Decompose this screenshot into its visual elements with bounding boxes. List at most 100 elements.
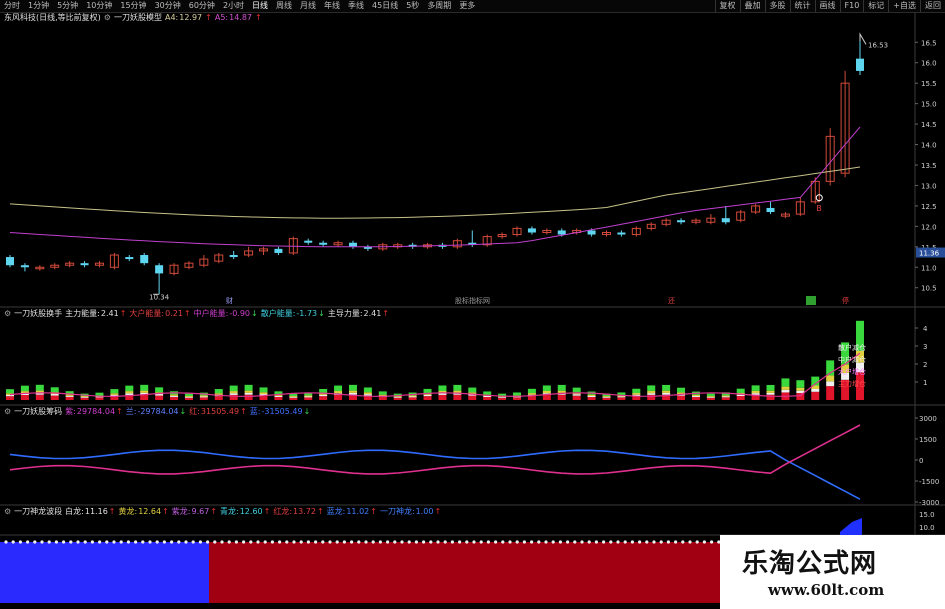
energy-bar	[393, 397, 402, 400]
band-dot	[98, 540, 102, 544]
energy-bar	[6, 389, 14, 394]
energy-bar	[348, 392, 357, 395]
energy-bar	[244, 384, 253, 391]
energy-bar	[766, 384, 775, 391]
band-dot	[443, 540, 447, 544]
energy-bar	[170, 394, 179, 396]
energy-bar	[587, 396, 596, 398]
chart-surface[interactable]: 16.5 16.0 15.5 15.0 14.5 14.0 13.5 13.0 12.5 12.0…	[0, 0, 945, 609]
energy-bar	[736, 396, 745, 400]
chip-axis-label: 3000	[919, 415, 937, 423]
band-dot	[184, 540, 188, 544]
candle	[617, 232, 626, 235]
band-dot	[76, 540, 80, 544]
band-dot	[602, 540, 606, 544]
energy-legend: 大户增仓	[838, 367, 866, 376]
band-dot	[681, 540, 685, 544]
band-dot	[83, 540, 87, 544]
energy-bar	[572, 395, 581, 400]
energy-bar	[65, 396, 74, 400]
energy-bar	[826, 375, 835, 382]
energy-bar	[557, 394, 566, 400]
energy-bar	[542, 385, 551, 391]
candle	[319, 242, 328, 245]
energy-bar	[170, 396, 179, 400]
band-dot	[479, 540, 483, 544]
candle	[856, 58, 864, 71]
energy-bar	[542, 394, 551, 400]
energy-bar	[483, 397, 492, 400]
price-axis-label: 14.5	[921, 121, 937, 129]
band-dot	[11, 540, 15, 544]
band-dot	[688, 540, 692, 544]
energy-bar	[691, 397, 700, 400]
band-dot	[256, 540, 260, 544]
energy-bar	[453, 394, 462, 400]
chip-axis-label: 1500	[919, 436, 937, 444]
energy-bar	[95, 392, 104, 396]
energy-bar	[617, 397, 626, 400]
energy-bar	[602, 397, 611, 398]
energy-bar	[527, 388, 536, 394]
chip-blue-line	[9, 449, 861, 500]
band-dot	[458, 540, 462, 544]
signal-label: B	[816, 204, 822, 213]
candle	[80, 263, 89, 266]
band-dot	[630, 540, 635, 544]
energy-bar	[304, 395, 313, 397]
energy-bar	[662, 390, 671, 393]
band-dot	[494, 540, 498, 544]
band-dot	[191, 540, 195, 544]
energy-bar	[468, 395, 477, 400]
low-label: 10.34	[149, 293, 170, 301]
energy-bar	[6, 396, 14, 400]
energy-bar	[602, 396, 611, 398]
energy-bar	[706, 393, 715, 397]
energy-bar	[513, 397, 522, 400]
band-dot	[638, 540, 642, 544]
band-dot	[270, 540, 274, 544]
energy-bar	[50, 394, 59, 396]
energy-bar	[363, 394, 372, 396]
candle	[229, 255, 238, 258]
watermark-url: www.60lt.com	[768, 581, 885, 599]
band-dot	[33, 540, 37, 544]
energy-bar	[662, 384, 671, 391]
energy-bar	[677, 387, 686, 393]
band-dot	[616, 540, 620, 544]
price-axis-label: 16.0	[921, 60, 937, 68]
candle	[721, 218, 730, 223]
band-dot	[566, 540, 570, 544]
energy-bar	[423, 394, 432, 397]
candle	[527, 228, 536, 233]
energy-bar	[289, 397, 298, 398]
chip-axis-label: -1500	[919, 478, 939, 486]
band-dot	[544, 540, 548, 544]
energy-bar	[319, 394, 328, 397]
energy-bar	[438, 394, 447, 400]
energy-bar	[304, 396, 313, 398]
energy-bar	[334, 385, 343, 392]
band-dot	[587, 540, 591, 544]
energy-bar	[184, 396, 193, 397]
energy-bar	[647, 393, 656, 395]
energy-bar	[453, 384, 462, 391]
band-dot	[429, 540, 433, 544]
energy-bar	[35, 394, 44, 400]
center-caption: 股标指标网	[455, 296, 490, 305]
energy-bar	[244, 392, 253, 395]
band-dot	[227, 540, 231, 544]
energy-bar	[706, 397, 715, 398]
energy-bar	[408, 396, 417, 398]
energy-bar	[781, 386, 790, 390]
mark-badge	[806, 296, 816, 305]
band-dot	[234, 540, 238, 544]
energy-bar	[229, 393, 238, 395]
band-dot	[594, 540, 599, 544]
band-dot	[371, 540, 375, 544]
energy-bar	[378, 391, 387, 395]
energy-bar	[513, 392, 522, 396]
energy-bar	[781, 378, 790, 387]
energy-bar	[80, 397, 89, 400]
energy-bar	[751, 390, 760, 394]
